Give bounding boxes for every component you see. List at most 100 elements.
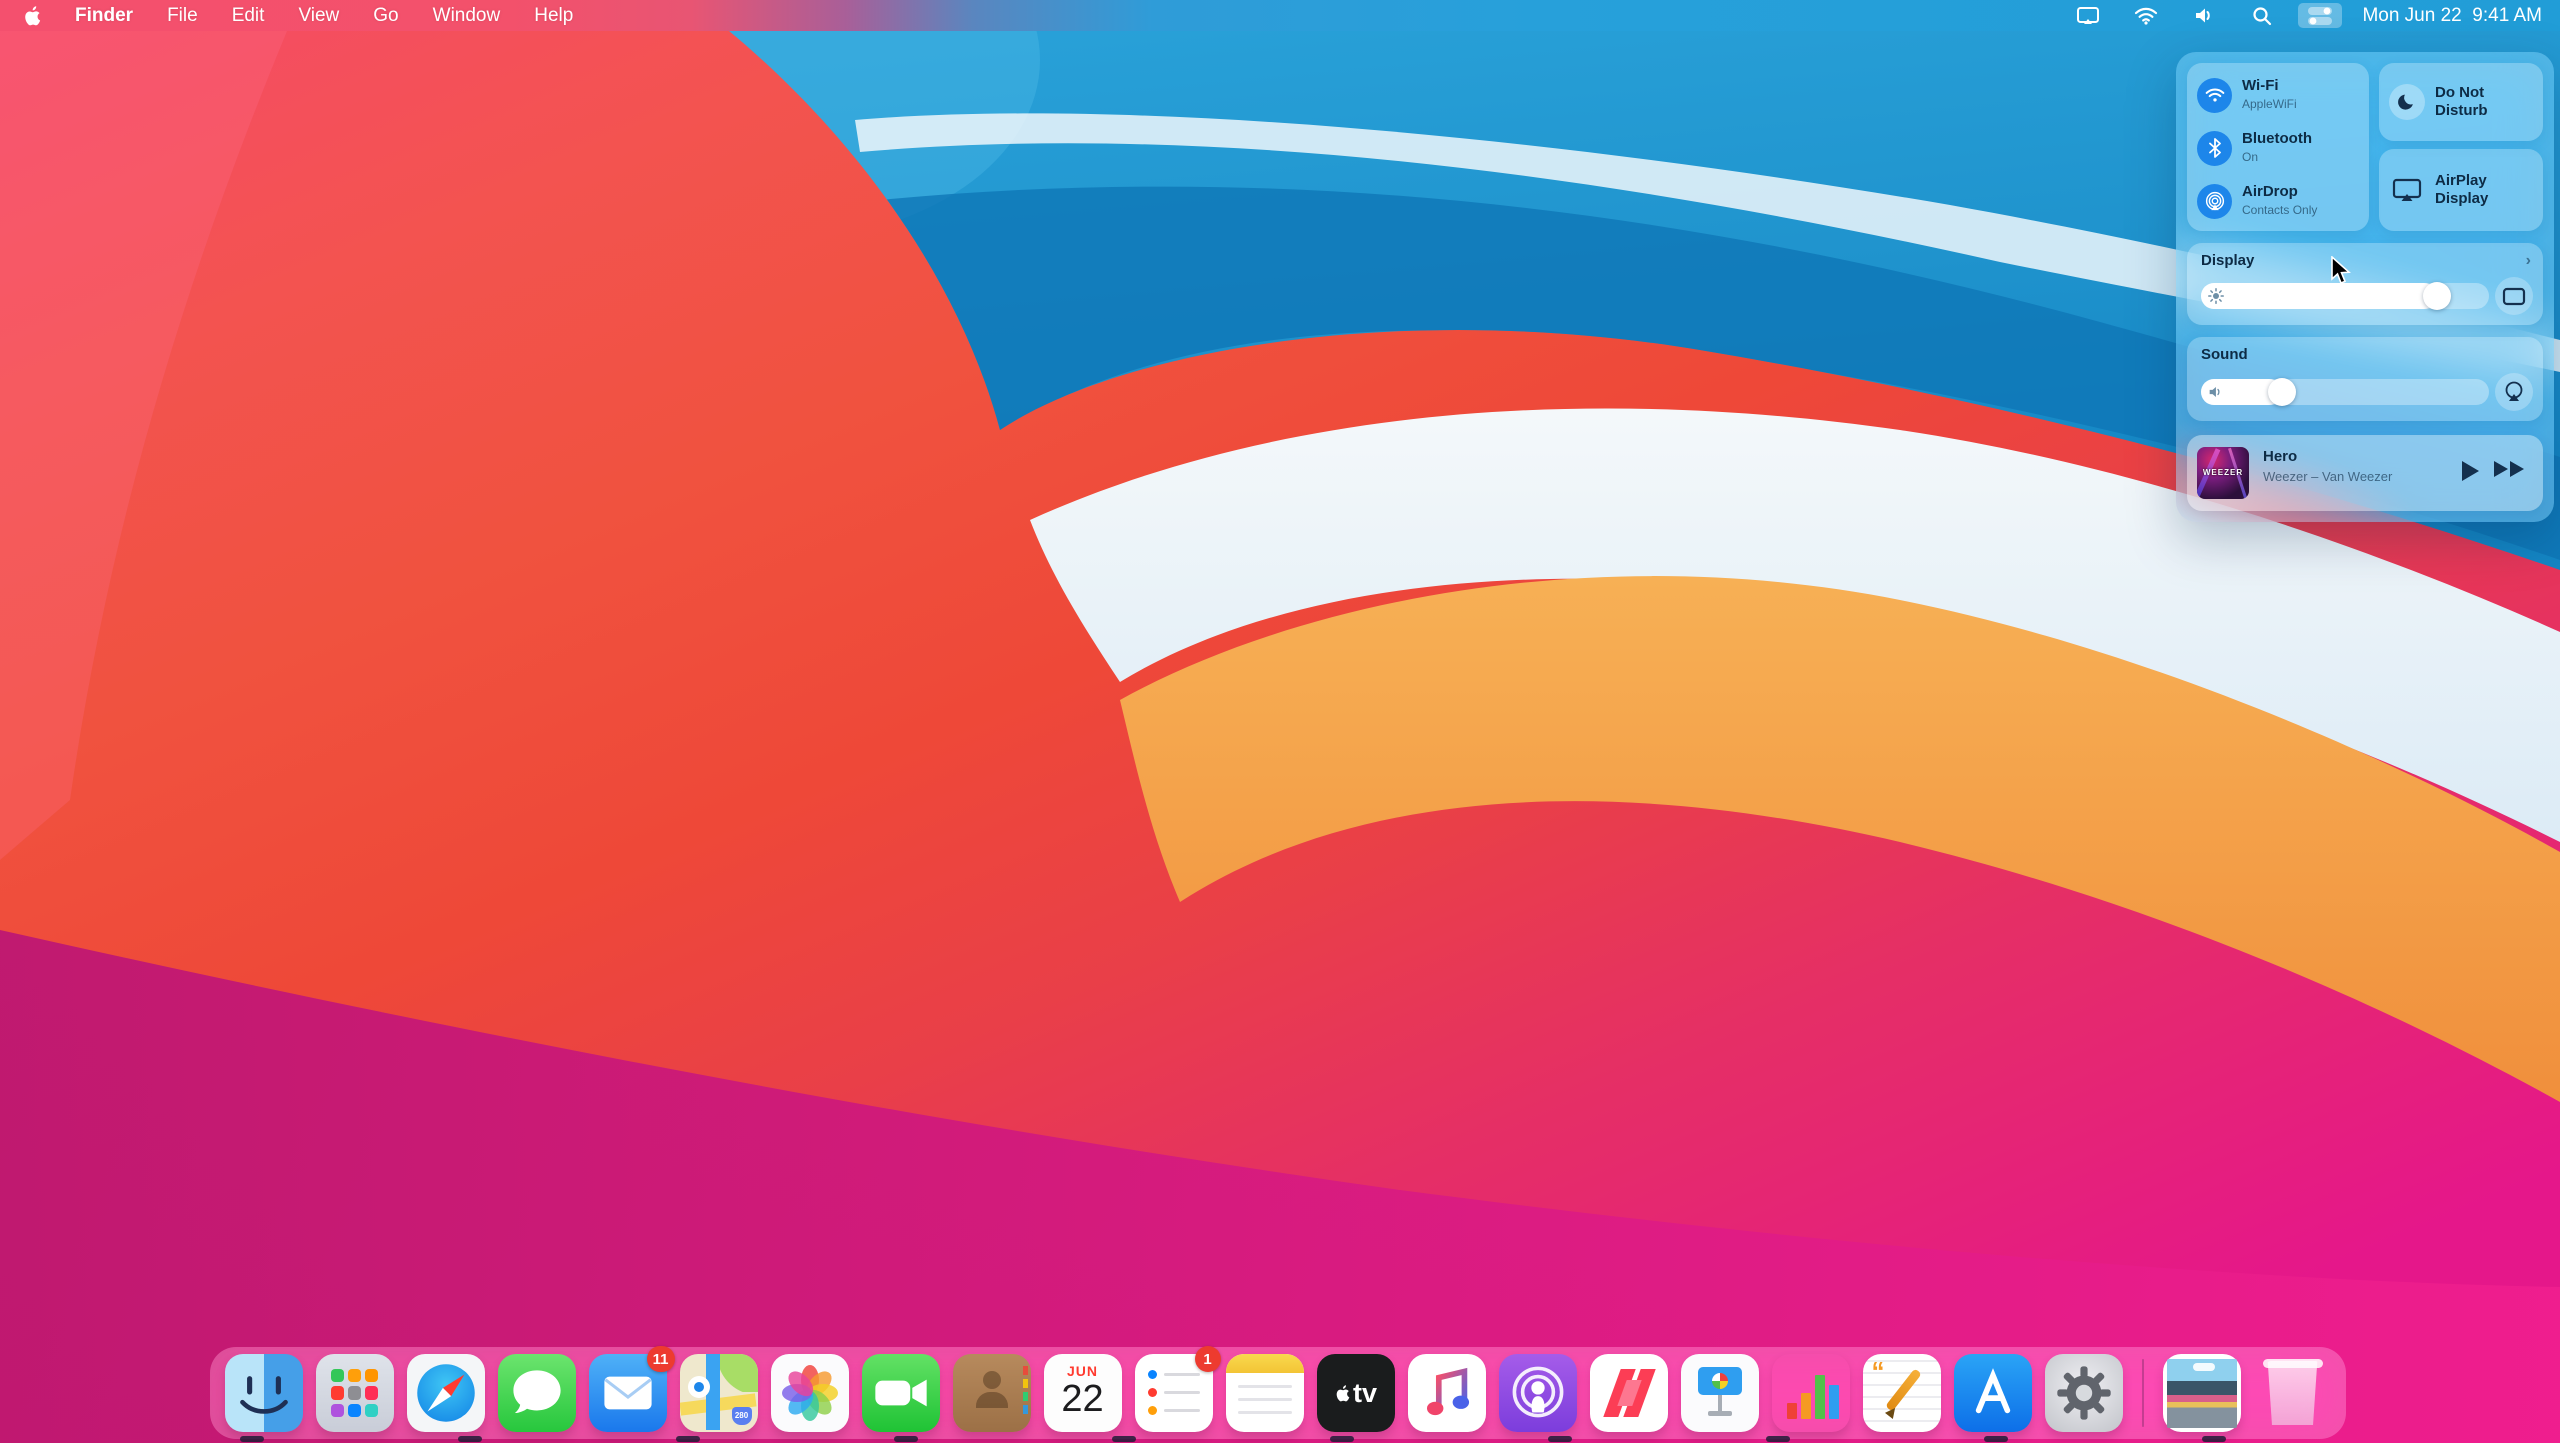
dock-item-finder[interactable] <box>225 1354 303 1432</box>
bluetooth-label: Bluetooth <box>2242 130 2312 147</box>
spotlight-icon[interactable] <box>2240 3 2284 28</box>
dock-item-photos[interactable] <box>771 1354 849 1432</box>
running-indicator <box>1330 1436 1354 1442</box>
running-indicator <box>2202 1436 2226 1442</box>
track-artist-album: Weezer – Van Weezer <box>2263 469 2392 484</box>
bluetooth-toggle[interactable]: Bluetooth On <box>2197 124 2361 172</box>
brightness-sun-icon <box>2208 288 2224 309</box>
contacts-art <box>953 1354 1031 1432</box>
menu-item-edit[interactable]: Edit <box>232 5 265 27</box>
moon-icon <box>2389 84 2425 120</box>
mouse-cursor <box>2330 256 2356 291</box>
dock-item-music[interactable] <box>1408 1354 1486 1432</box>
dock-item-numbers[interactable] <box>1772 1354 1850 1432</box>
dock-divider <box>2142 1359 2144 1427</box>
dnd-label: Do Not Disturb <box>2435 84 2527 120</box>
running-indicator <box>240 1436 264 1442</box>
running-indicator <box>676 1436 700 1442</box>
airplay-display-icon <box>2389 178 2425 202</box>
connectivity-card: Wi-FiAppleWiFi Bluetooth On AirDrop Contac… <box>2187 63 2369 231</box>
dock-item-launchpad[interactable] <box>316 1354 394 1432</box>
wifi-icon[interactable] <box>2124 3 2168 28</box>
gear-icon <box>2045 1354 2123 1432</box>
screenshot-thumbnail <box>2167 1359 2237 1428</box>
dock-item-screenshot-file[interactable] <box>2163 1354 2241 1432</box>
volume-slider[interactable] <box>2201 379 2489 405</box>
album-art[interactable]: WEEZER <box>2197 447 2249 499</box>
do-not-disturb-card[interactable]: Do Not Disturb <box>2379 63 2543 141</box>
dock-item-notes[interactable] <box>1226 1354 1304 1432</box>
keynote-podium-icon <box>1698 1367 1742 1395</box>
airplay-display-label: AirPlay Display <box>2435 172 2521 208</box>
dock-item-news[interactable] <box>1590 1354 1668 1432</box>
tv-label: tv <box>1353 1378 1377 1409</box>
dock-item-messages[interactable] <box>498 1354 576 1432</box>
trash-icon <box>2266 1361 2320 1425</box>
running-indicator <box>458 1436 482 1442</box>
dock-item-trash[interactable] <box>2254 1354 2332 1432</box>
running-indicator <box>1984 1436 2008 1442</box>
apple-menu-icon[interactable] <box>22 5 41 27</box>
mail-unread-badge: 11 <box>647 1346 675 1372</box>
calendar-month: JUN <box>1044 1363 1122 1379</box>
dock-item-reminders[interactable]: 1 <box>1135 1354 1213 1432</box>
reminders-badge: 1 <box>1195 1346 1221 1372</box>
menu-item-view[interactable]: View <box>298 5 339 27</box>
dock-item-contacts[interactable] <box>953 1354 1031 1432</box>
bluetooth-status: On <box>2242 150 2258 164</box>
menu-bar-clock[interactable]: Mon Jun 22 9:41 AM <box>2362 5 2542 27</box>
track-title: Hero <box>2263 448 2297 465</box>
wifi-toggle[interactable]: Wi-FiAppleWiFi <box>2197 71 2361 119</box>
airdrop-mode: Contacts Only <box>2242 203 2317 217</box>
fast-forward-button[interactable] <box>2493 459 2527 479</box>
menu-item-window[interactable]: Window <box>433 5 501 27</box>
airplay-display-card[interactable]: AirPlay Display <box>2379 149 2543 231</box>
numbers-chart-icon <box>1787 1375 1839 1419</box>
screen-mirroring-icon[interactable] <box>2066 3 2110 28</box>
dock-item-facetime[interactable] <box>862 1354 940 1432</box>
menu-item-go[interactable]: Go <box>373 5 398 27</box>
airdrop-toggle-icon <box>2197 184 2232 219</box>
launchpad-grid-icon <box>331 1369 379 1417</box>
wifi-label: Wi-Fi <box>2242 77 2279 94</box>
dock-item-mail[interactable]: 11 <box>589 1354 667 1432</box>
menu-item-help[interactable]: Help <box>534 5 573 27</box>
menu-item-app[interactable]: Finder <box>75 5 133 27</box>
dock-item-podcasts[interactable] <box>1499 1354 1577 1432</box>
sound-output-button[interactable] <box>2495 373 2533 411</box>
dock-item-maps[interactable]: 280 <box>680 1354 758 1432</box>
dock-item-system-preferences[interactable] <box>2045 1354 2123 1432</box>
dock-item-pages[interactable]: “ <box>1863 1354 1941 1432</box>
maps-art: 280 <box>680 1354 758 1432</box>
brightness-fill <box>2201 283 2437 309</box>
dock-item-keynote[interactable] <box>1681 1354 1759 1432</box>
display-card: Display › <box>2187 243 2543 325</box>
running-indicator <box>1548 1436 1572 1442</box>
volume-speaker-icon <box>2208 385 2223 404</box>
control-center-icon[interactable] <box>2298 3 2342 28</box>
airdrop-toggle[interactable]: AirDrop Contacts Only <box>2197 177 2361 225</box>
calendar-day: 22 <box>1044 1379 1122 1419</box>
dock-item-tv[interactable]: tv <box>1317 1354 1395 1432</box>
bluetooth-toggle-icon <box>2197 131 2232 166</box>
dock-item-app-store[interactable] <box>1954 1354 2032 1432</box>
play-button[interactable] <box>2459 459 2481 483</box>
menu-bar: Finder File Edit View Go Window Help Mon… <box>0 0 2560 31</box>
running-indicator <box>1766 1436 1790 1442</box>
airdrop-label: AirDrop <box>2242 183 2298 200</box>
dock-item-calendar[interactable]: JUN 22 <box>1044 1354 1122 1432</box>
pages-quote-icon: “ <box>1872 1356 1885 1387</box>
running-indicator <box>894 1436 918 1442</box>
display-settings-button[interactable] <box>2495 277 2533 315</box>
sound-card: Sound <box>2187 337 2543 421</box>
display-title: Display <box>2201 252 2254 269</box>
display-expand-chevron[interactable]: › <box>2526 252 2531 270</box>
volume-thumb[interactable] <box>2268 378 2296 406</box>
wifi-toggle-icon <box>2197 78 2232 113</box>
menu-item-file[interactable]: File <box>167 5 198 27</box>
dock-item-safari[interactable] <box>407 1354 485 1432</box>
volume-icon[interactable] <box>2182 3 2226 28</box>
dock: 11 280 <box>210 1347 2346 1439</box>
brightness-thumb[interactable] <box>2423 282 2451 310</box>
now-playing-card: WEEZER Hero Weezer – Van Weezer <box>2187 435 2543 511</box>
